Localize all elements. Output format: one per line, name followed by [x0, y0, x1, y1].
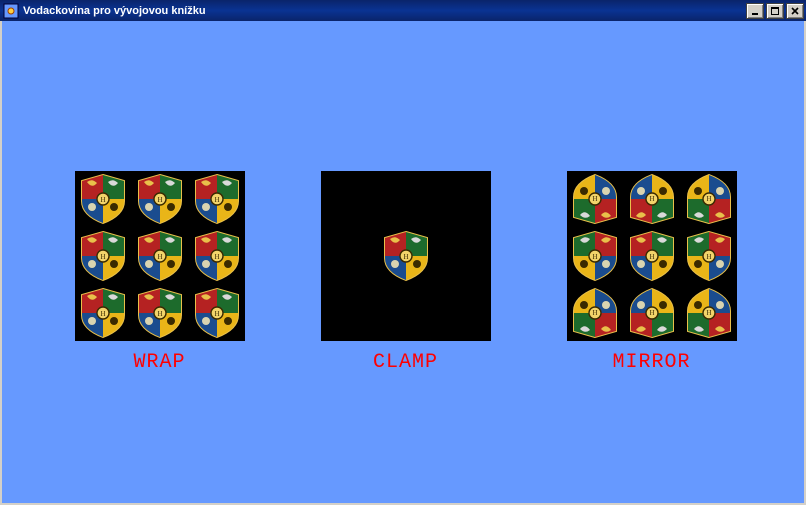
- wrap-swatch: H H H: [75, 171, 245, 341]
- svg-text:H: H: [100, 253, 105, 261]
- wrap-label: WRAP: [133, 351, 185, 374]
- svg-text:H: H: [706, 194, 711, 202]
- crest-icon: H: [132, 228, 188, 284]
- crest-icon: H: [75, 285, 131, 341]
- crest-icon: H: [189, 228, 245, 284]
- crest-icon: H: [681, 171, 737, 227]
- clamp-label: CLAMP: [373, 351, 438, 374]
- svg-text:H: H: [706, 253, 711, 261]
- wrap-sample: H H H: [72, 171, 247, 374]
- crest-icon: H: [681, 285, 737, 341]
- svg-text:H: H: [100, 196, 105, 204]
- crest-icon: H: [624, 228, 680, 284]
- crest-icon: H: [189, 285, 245, 341]
- crest-icon: H: [75, 228, 131, 284]
- sample-row: H H H: [2, 171, 804, 374]
- app-icon: [3, 3, 19, 19]
- crest-icon: H: [378, 228, 434, 284]
- maximize-button[interactable]: [766, 3, 784, 19]
- window-buttons: [746, 3, 804, 19]
- crest-icon: H: [567, 171, 623, 227]
- svg-text:H: H: [157, 253, 162, 261]
- mirror-sample: H H H: [564, 171, 739, 374]
- svg-text:H: H: [214, 196, 219, 204]
- window-title: Vodackovina pro vývojovou knížku: [23, 5, 746, 17]
- mirror-swatch: H H H: [567, 171, 737, 341]
- svg-text:H: H: [592, 308, 597, 316]
- crest-icon: H: [624, 171, 680, 227]
- svg-text:H: H: [403, 253, 408, 261]
- crest-icon: H: [567, 228, 623, 284]
- crest-icon: H: [132, 171, 188, 227]
- svg-text:H: H: [592, 253, 597, 261]
- client-area: H H H: [2, 21, 804, 503]
- clamp-swatch: H: [321, 171, 491, 341]
- crest-icon: H: [189, 171, 245, 227]
- svg-text:H: H: [649, 194, 654, 202]
- svg-text:H: H: [100, 310, 105, 318]
- svg-text:H: H: [592, 194, 597, 202]
- svg-text:H: H: [214, 253, 219, 261]
- minimize-button[interactable]: [746, 3, 764, 19]
- crest-icon: H: [132, 285, 188, 341]
- titlebar: Vodackovina pro vývojovou knížku: [0, 0, 806, 21]
- svg-text:H: H: [649, 253, 654, 261]
- crest-icon: H: [567, 285, 623, 341]
- svg-text:H: H: [706, 308, 711, 316]
- svg-text:H: H: [214, 310, 219, 318]
- svg-text:H: H: [649, 308, 654, 316]
- clamp-sample: H CLAMP: [318, 171, 493, 374]
- crest-icon: H: [681, 228, 737, 284]
- svg-text:H: H: [157, 196, 162, 204]
- close-button[interactable]: [786, 3, 804, 19]
- crest-icon: H: [624, 285, 680, 341]
- mirror-label: MIRROR: [612, 351, 690, 374]
- window-frame: H H H: [0, 21, 806, 505]
- crest-icon: H: [75, 171, 131, 227]
- svg-text:H: H: [157, 310, 162, 318]
